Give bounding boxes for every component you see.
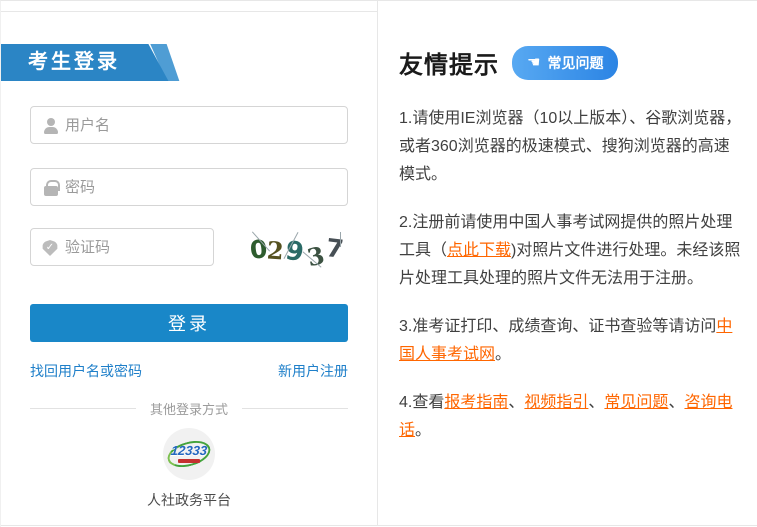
username-input[interactable]: [31, 107, 347, 143]
tip-item: 3.准考证打印、成绩查询、证书查验等请访问中国人事考试网。: [399, 313, 745, 369]
tips-panel: 友情提示 ☚ 常见问题 1.请使用IE浏览器（10以上版本）、谷歌浏览器，或者3…: [399, 45, 745, 465]
password-field[interactable]: [30, 168, 348, 206]
forgot-credentials-link[interactable]: 找回用户名或密码: [30, 361, 142, 381]
rensha-12333-logo[interactable]: 12333: [163, 428, 215, 480]
tip-text: 1.请使用IE浏览器（10以上版本）、谷歌浏览器，或者360浏览器的极速模式、搜…: [399, 110, 741, 183]
tip-text: 。: [415, 422, 431, 439]
login-page: 考生登录 ✓ 02937 登录 找回用户名或密码 新用户注册 其他登录方式 12…: [0, 0, 757, 527]
page-bottom-border: [1, 525, 757, 526]
divider-line: [242, 408, 348, 409]
account-links-row: 找回用户名或密码 新用户注册: [30, 361, 348, 381]
other-login-divider: 其他登录方式: [30, 399, 348, 418]
login-panel-header: 考生登录: [1, 44, 183, 81]
faq-button-label: 常见问题: [547, 53, 603, 73]
tip-text: 3.准考证打印、成绩查询、证书查验等请访问: [399, 318, 716, 335]
captcha-noise-line: [340, 232, 341, 247]
captcha-field[interactable]: ✓: [30, 228, 214, 266]
captcha-image[interactable]: 02937: [248, 229, 343, 269]
pointing-hand-icon: ☚: [527, 55, 540, 70]
tip-text: 。: [495, 346, 511, 363]
username-field[interactable]: [30, 106, 348, 144]
tip-item: 1.请使用IE浏览器（10以上版本）、谷歌浏览器，或者360浏览器的极速模式、搜…: [399, 105, 745, 189]
tip-link[interactable]: 报考指南: [444, 394, 508, 411]
tip-text: 4.查看: [399, 394, 444, 411]
tips-title-row: 友情提示 ☚ 常见问题: [399, 45, 745, 80]
tip-text: 、: [588, 394, 604, 411]
tip-item: 4.查看报考指南、视频指引、常见问题、咨询电话。: [399, 389, 745, 445]
tip-item: 2.注册前请使用中国人事考试网提供的照片处理工具（点此下载)对照片文件进行处理。…: [399, 209, 745, 293]
logo-red-band: [178, 459, 200, 463]
tip-text: 、: [508, 394, 524, 411]
logo-12333-text: 12333: [162, 443, 216, 458]
tips-title: 友情提示: [399, 45, 499, 80]
panel-divider: [377, 1, 378, 525]
tip-link[interactable]: 视频指引: [524, 394, 588, 411]
other-login-label: 其他登录方式: [150, 399, 228, 418]
captcha-digit: 7: [324, 233, 345, 264]
tip-link[interactable]: 点此下载: [447, 242, 511, 259]
password-input[interactable]: [31, 169, 347, 205]
tip-link[interactable]: 常见问题: [604, 394, 668, 411]
register-link[interactable]: 新用户注册: [278, 361, 348, 381]
login-button[interactable]: 登录: [30, 304, 348, 342]
platform-label: 人社政务平台: [1, 490, 377, 510]
captcha-input[interactable]: [31, 229, 213, 265]
divider-line: [30, 408, 136, 409]
login-card-top-border: [1, 11, 377, 12]
tip-text: 、: [668, 394, 684, 411]
tips-list: 1.请使用IE浏览器（10以上版本）、谷歌浏览器，或者360浏览器的极速模式、搜…: [399, 105, 745, 445]
faq-button[interactable]: ☚ 常见问题: [512, 46, 618, 80]
